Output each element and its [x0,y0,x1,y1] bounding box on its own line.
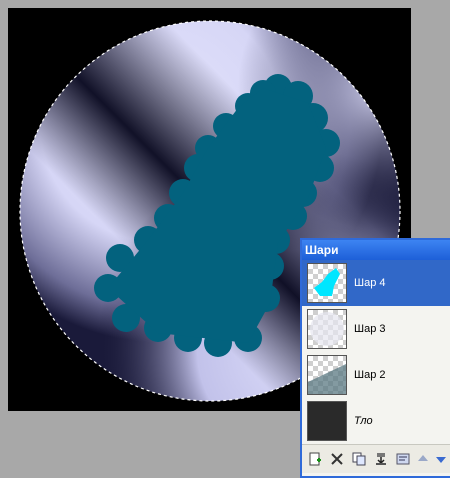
layer-thumbnail [307,263,347,303]
layer-label: Шар 4 [354,277,386,289]
layer-label: Шар 2 [354,369,386,381]
layer-properties-icon[interactable] [394,450,412,468]
move-layer-up-icon[interactable] [414,450,432,468]
delete-layer-icon[interactable] [328,450,346,468]
layers-panel: Шари Шар 4 Шар 3 Шар 2 Тло [300,238,450,478]
layer-label: Шар 3 [354,323,386,335]
layer-row-4[interactable]: Шар 4 [302,260,450,306]
layer-thumbnail [307,355,347,395]
layer-row-2[interactable]: Шар 2 [302,352,450,398]
layer-row-background[interactable]: Тло [302,398,450,444]
panel-title[interactable]: Шари [302,240,450,260]
duplicate-layer-icon[interactable] [350,450,368,468]
layers-toolbar [302,444,450,473]
add-layer-icon[interactable] [306,450,324,468]
merge-layer-down-icon[interactable] [372,450,390,468]
layer-thumbnail [307,401,347,441]
layer-thumbnail [307,309,347,349]
move-layer-down-icon[interactable] [432,450,450,468]
layer-row-3[interactable]: Шар 3 [302,306,450,352]
layer-label: Тло [354,415,373,427]
